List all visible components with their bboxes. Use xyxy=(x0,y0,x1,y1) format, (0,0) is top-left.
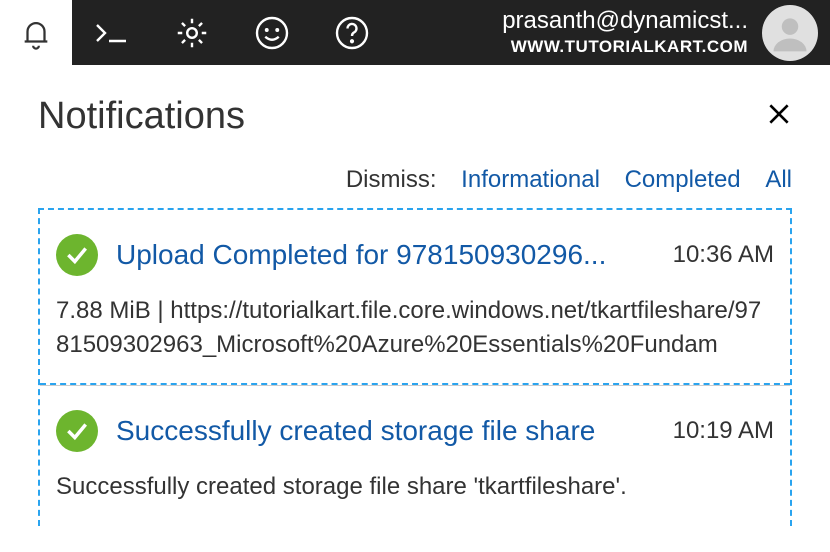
panel-header: Notifications xyxy=(38,95,792,138)
notification-item: Upload Completed for 978150930296... 10:… xyxy=(40,210,790,385)
account-email: prasanth@dynamicst... xyxy=(502,8,748,34)
top-bar: prasanth@dynamicst... WWW.TUTORIALKART.C… xyxy=(0,0,830,65)
notification-header: Successfully created storage file share … xyxy=(56,410,774,452)
close-icon[interactable] xyxy=(766,95,792,134)
dismiss-informational-link[interactable]: Informational xyxy=(461,166,600,193)
notification-list: Upload Completed for 978150930296... 10:… xyxy=(38,208,792,526)
dismiss-completed-link[interactable]: Completed xyxy=(625,166,741,193)
gear-icon[interactable] xyxy=(152,0,232,65)
feedback-icon[interactable] xyxy=(232,0,312,65)
notification-time: 10:36 AM xyxy=(673,241,774,269)
success-icon xyxy=(56,234,98,276)
dismiss-label: Dismiss: xyxy=(346,166,437,193)
dismiss-row: Dismiss: Informational Completed All xyxy=(38,166,792,194)
notification-header: Upload Completed for 978150930296... 10:… xyxy=(56,234,774,276)
notification-title[interactable]: Upload Completed for 978150930296... xyxy=(116,239,645,271)
notification-time: 10:19 AM xyxy=(673,417,774,445)
panel-title: Notifications xyxy=(38,95,245,138)
dismiss-all-link[interactable]: All xyxy=(765,166,792,193)
account-block[interactable]: prasanth@dynamicst... WWW.TUTORIALKART.C… xyxy=(392,0,830,65)
success-icon xyxy=(56,410,98,452)
notifications-icon[interactable] xyxy=(0,0,72,65)
cloud-shell-icon[interactable] xyxy=(72,0,152,65)
account-text: prasanth@dynamicst... WWW.TUTORIALKART.C… xyxy=(502,8,748,56)
avatar[interactable] xyxy=(762,5,818,61)
notifications-panel: Notifications Dismiss: Informational Com… xyxy=(0,65,830,526)
notification-item: Successfully created storage file share … xyxy=(40,385,790,526)
notification-body: Successfully created storage file share … xyxy=(56,470,774,504)
help-icon[interactable] xyxy=(312,0,392,65)
account-directory: WWW.TUTORIALKART.COM xyxy=(502,37,748,57)
notification-body: 7.88 MiB | https://tutorialkart.file.cor… xyxy=(56,294,774,361)
notification-title[interactable]: Successfully created storage file share xyxy=(116,415,645,447)
